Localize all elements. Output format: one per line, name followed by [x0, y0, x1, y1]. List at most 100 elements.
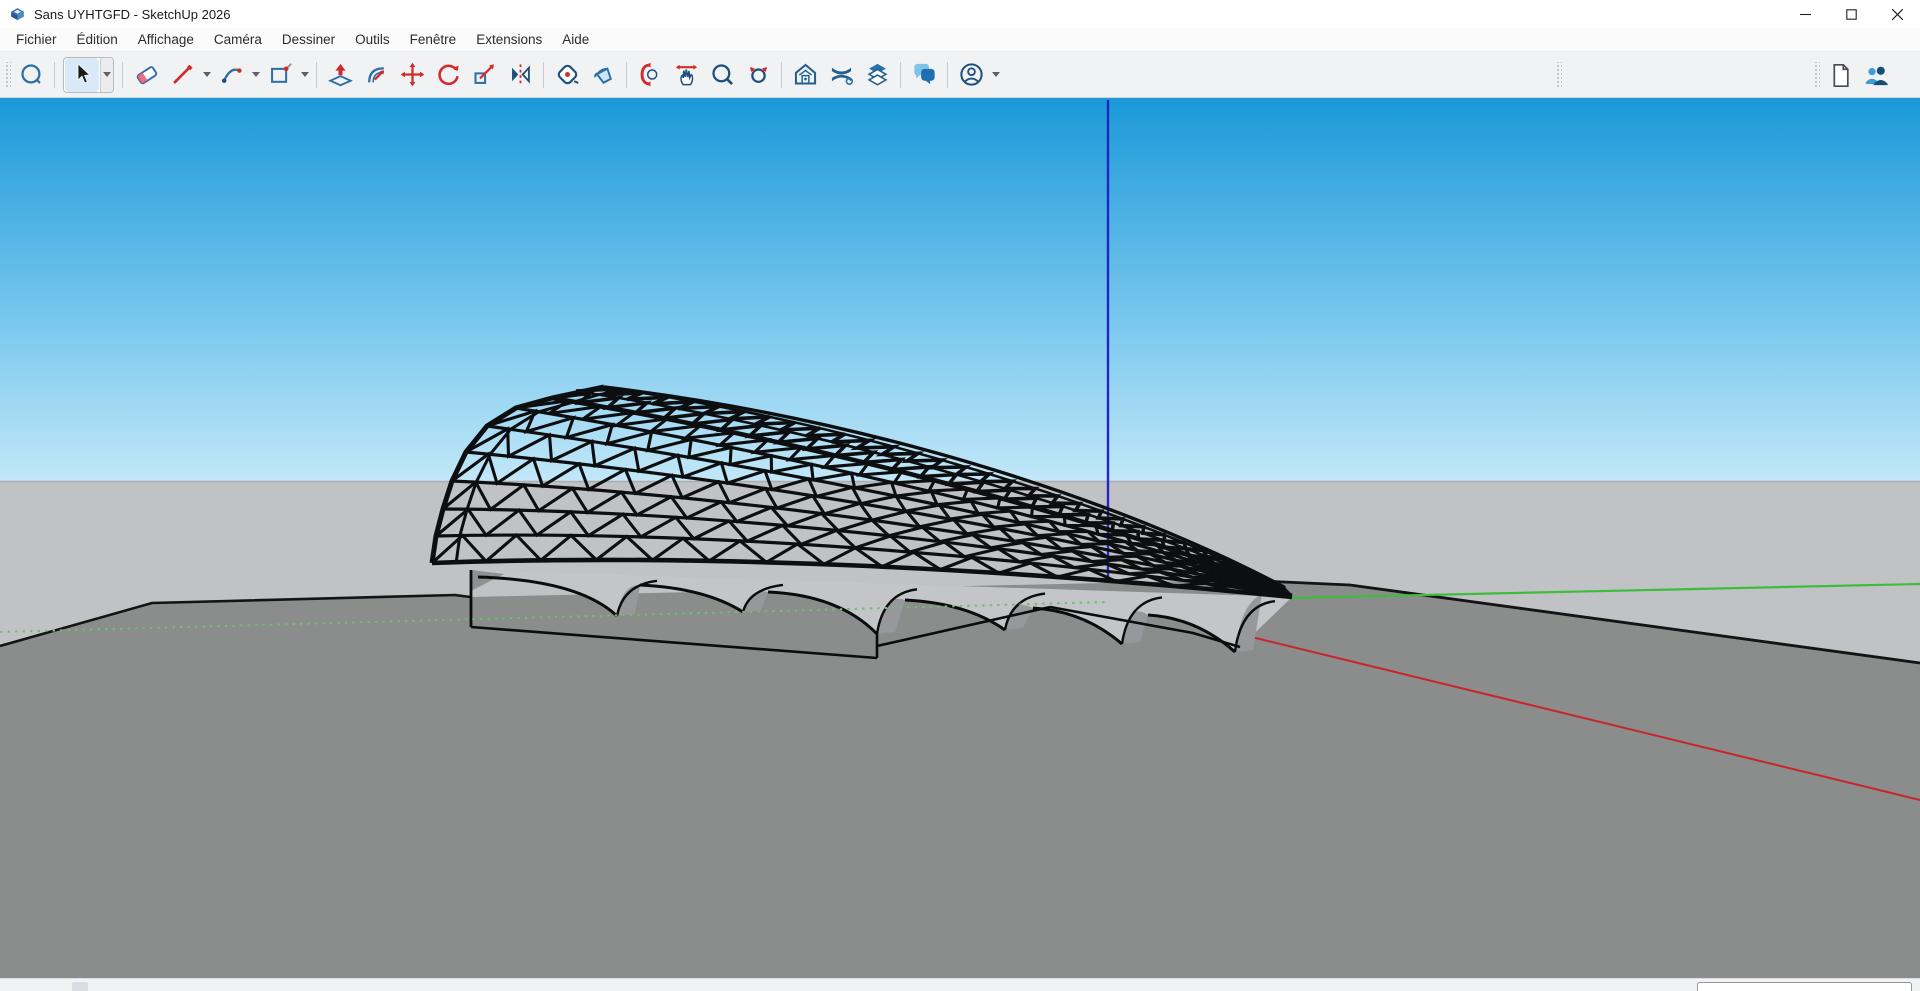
toolbar-separator [543, 62, 544, 88]
toolbar-grip[interactable] [1555, 62, 1562, 88]
arcs-icon [218, 61, 245, 88]
shapes-icon [267, 61, 294, 88]
orbit-icon [637, 61, 664, 88]
extension-warehouse-tool-button[interactable] [824, 58, 858, 92]
toolbar-grip[interactable] [4, 62, 11, 88]
toolbar-separator [900, 62, 901, 88]
rotate-icon [435, 61, 462, 88]
select-icon [69, 61, 96, 88]
scale-icon [471, 61, 498, 88]
orbit-tool-button[interactable] [633, 58, 667, 92]
chevron-down-icon [203, 72, 211, 77]
feedback-chat-icon [911, 61, 938, 88]
sketchup-logo-icon [9, 6, 26, 23]
move-icon [399, 61, 426, 88]
sky [0, 98, 1920, 481]
flip-tool-button[interactable] [503, 58, 537, 92]
move-tool-button[interactable] [395, 58, 429, 92]
window-controls [1782, 0, 1920, 28]
maximize-button[interactable] [1828, 0, 1874, 28]
search-sketchup-tool-button[interactable] [14, 58, 48, 92]
stacked-layers-icon [864, 61, 891, 88]
close-icon [1892, 9, 1903, 20]
shapes-tool-button[interactable] [263, 58, 297, 92]
eraser-icon [133, 61, 160, 88]
arcs-dropdown-arrow[interactable] [249, 58, 262, 92]
chevron-down-icon [252, 72, 260, 77]
collaborators-tool-button[interactable] [1859, 58, 1893, 92]
zoom-extents-icon [745, 61, 772, 88]
window-title: Sans UYHTGFD - SketchUp 2026 [34, 7, 231, 22]
zoom-tool-button[interactable] [705, 58, 739, 92]
collaborators-icon [1863, 62, 1890, 89]
search-sketchup-icon [18, 61, 45, 88]
account-dropdown-arrow[interactable] [989, 58, 1002, 92]
pan-icon [673, 61, 700, 88]
3d-warehouse-tool-button[interactable] [788, 58, 822, 92]
menu-fichier[interactable]: Fichier [6, 29, 67, 50]
chevron-down-icon [103, 72, 111, 77]
menu-outils[interactable]: Outils [345, 29, 400, 50]
rotate-tool-button[interactable] [431, 58, 465, 92]
pan-tool-button[interactable] [669, 58, 703, 92]
measurements-box[interactable] [1697, 982, 1912, 991]
eraser-tool-button[interactable] [129, 58, 163, 92]
chevron-down-icon [992, 72, 1000, 77]
3d-warehouse-icon [792, 61, 819, 88]
scale-tool-button[interactable] [467, 58, 501, 92]
paint-bucket-tool-button[interactable] [586, 58, 620, 92]
menu-camera[interactable]: Caméra [204, 29, 272, 50]
flip-icon [507, 61, 534, 88]
status-bar [0, 978, 1920, 991]
push-pull-tool-button[interactable] [323, 58, 357, 92]
menu-bar: FichierÉditionAffichageCaméraDessinerOut… [0, 28, 1920, 52]
line-dropdown-arrow[interactable] [200, 58, 213, 92]
minimize-button[interactable] [1782, 0, 1828, 28]
offset-tool-button[interactable] [359, 58, 393, 92]
feedback-chat-tool-button[interactable] [907, 58, 941, 92]
line-icon [169, 61, 196, 88]
menu-dessiner[interactable]: Dessiner [272, 29, 345, 50]
extension-warehouse-icon [828, 61, 855, 88]
line-tool-button[interactable] [165, 58, 199, 92]
menu-edition[interactable]: Édition [67, 29, 128, 50]
toolbar-separator [947, 62, 948, 88]
account-icon [958, 61, 985, 88]
terrain [0, 580, 1920, 978]
select-tool-group [63, 57, 114, 93]
select-dropdown-arrow[interactable] [100, 58, 113, 92]
tape-measure-tool-button[interactable] [550, 58, 584, 92]
status-help-icon[interactable] [72, 982, 88, 991]
new-document-tool-button[interactable] [1823, 58, 1857, 92]
menu-fenetre[interactable]: Fenêtre [400, 29, 467, 50]
stacked-layers-tool-button[interactable] [860, 58, 894, 92]
new-document-icon [1827, 62, 1854, 89]
menu-aide[interactable]: Aide [552, 29, 599, 50]
tape-measure-icon [554, 61, 581, 88]
maximize-icon [1846, 9, 1857, 20]
toolbar-separator [316, 62, 317, 88]
toolbar-separator [781, 62, 782, 88]
menu-extensions[interactable]: Extensions [466, 29, 552, 50]
viewport-3d[interactable] [0, 98, 1920, 978]
minimize-icon [1800, 9, 1811, 20]
push-pull-icon [327, 61, 354, 88]
toolbar-separator [626, 62, 627, 88]
offset-icon [363, 61, 390, 88]
model-scene [0, 98, 1920, 978]
account-tool-button[interactable] [954, 58, 988, 92]
menu-affichage[interactable]: Affichage [128, 29, 204, 50]
toolbar-grip[interactable] [1813, 62, 1820, 88]
main-toolbar [0, 52, 1920, 98]
toolbar-separator [54, 62, 55, 88]
select-tool-button[interactable] [65, 58, 99, 92]
title-bar: Sans UYHTGFD - SketchUp 2026 [0, 0, 1920, 28]
arcs-tool-button[interactable] [214, 58, 248, 92]
chevron-down-icon [301, 72, 309, 77]
zoom-icon [709, 61, 736, 88]
paint-bucket-icon [590, 61, 617, 88]
toolbar-separator [122, 62, 123, 88]
shapes-dropdown-arrow[interactable] [298, 58, 311, 92]
close-button[interactable] [1874, 0, 1920, 28]
zoom-extents-tool-button[interactable] [741, 58, 775, 92]
